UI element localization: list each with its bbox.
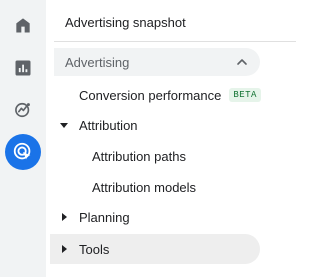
explore-icon[interactable] xyxy=(5,92,41,128)
advertising-nav-panel: Advertising snapshot Advertising Convers… xyxy=(46,0,300,277)
caret-down-icon xyxy=(57,119,75,131)
beta-badge: BETA xyxy=(229,88,261,102)
nav-item-conversion-performance[interactable]: Conversion performance BETA xyxy=(79,82,261,108)
nav-item-label: Attribution models xyxy=(92,179,197,195)
nav-item-label: Tools xyxy=(79,241,110,257)
nav-item-label: Attribution xyxy=(79,117,138,133)
nav-item-attribution[interactable]: Attribution xyxy=(57,112,138,138)
nav-item-attribution-paths[interactable]: Attribution paths xyxy=(92,143,186,169)
nav-item-label: Advertising snapshot xyxy=(65,14,186,30)
chevron-up-icon xyxy=(237,59,247,65)
advertising-icon[interactable] xyxy=(5,134,41,170)
caret-right-icon xyxy=(57,211,75,223)
nav-item-planning[interactable]: Planning xyxy=(57,204,130,230)
advertising-section-header[interactable]: Advertising xyxy=(54,48,260,76)
nav-item-advertising-snapshot[interactable]: Advertising snapshot xyxy=(65,8,186,36)
nav-item-tools[interactable]: Tools xyxy=(57,236,109,262)
home-icon[interactable] xyxy=(5,7,41,43)
caret-right-icon xyxy=(57,243,75,255)
nav-item-attribution-models[interactable]: Attribution models xyxy=(92,174,196,200)
reports-icon[interactable] xyxy=(5,50,41,86)
nav-item-label: Conversion performance xyxy=(79,87,222,103)
nav-item-label: Planning xyxy=(79,209,130,225)
section-header-label: Advertising xyxy=(65,54,130,70)
divider xyxy=(54,41,296,42)
nav-item-label: Attribution paths xyxy=(92,148,186,164)
left-nav-rail xyxy=(0,0,46,277)
